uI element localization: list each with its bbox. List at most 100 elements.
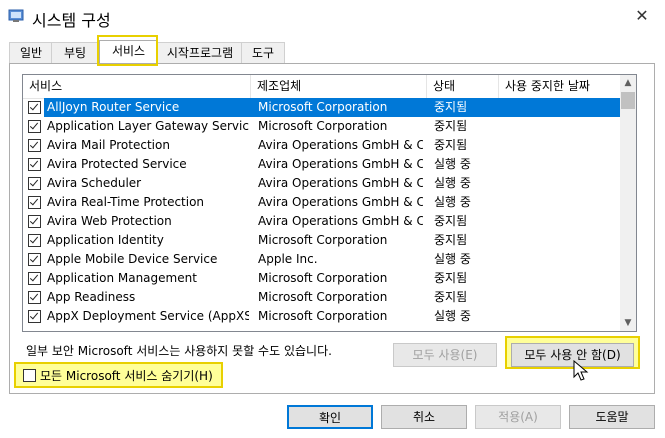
system-config-icon <box>8 9 24 22</box>
service-name: Avira Protected Service <box>44 155 249 174</box>
service-manufacturer: Microsoft Corporation <box>258 309 388 323</box>
service-status: 실행 중 <box>434 252 471 266</box>
list-header: 서비스 제조업체 상태 사용 중지한 날짜 <box>23 75 620 99</box>
service-name-text: Avira Protected Service <box>47 157 187 171</box>
service-row[interactable]: Avira Real-Time Protection Avira Operatio… <box>23 193 620 212</box>
service-row[interactable]: App Readiness Microsoft Corporation 중지됨 <box>23 288 620 307</box>
service-checkbox[interactable] <box>28 310 41 323</box>
service-name-text: Avira Scheduler <box>47 176 142 190</box>
service-row[interactable]: Apple Mobile Device Service Apple Inc. 실행 … <box>23 250 620 269</box>
service-checkbox[interactable] <box>28 196 41 209</box>
service-name-text: AllJoyn Router Service <box>44 98 183 117</box>
service-row[interactable]: Application Identity Microsoft Corporatio… <box>23 231 620 250</box>
service-checkbox[interactable] <box>28 177 41 190</box>
title-bar: 시스템 구성 ✕ <box>0 0 665 34</box>
service-checkbox[interactable] <box>28 215 41 228</box>
service-checkbox[interactable] <box>28 158 41 171</box>
service-name-text: Apple Mobile Device Service <box>47 252 218 266</box>
service-status: 실행 중 <box>434 195 471 209</box>
service-checkbox[interactable] <box>28 272 41 285</box>
column-service[interactable]: 서비스 <box>23 75 251 98</box>
service-name-text: Application Identity <box>47 233 164 247</box>
service-manufacturer: Microsoft Corporation <box>258 119 388 133</box>
service-status: 중지됨 <box>434 119 468 133</box>
scroll-up-icon[interactable]: ▲ <box>620 75 636 91</box>
service-checkbox[interactable] <box>28 253 41 266</box>
service-name-text: Application Management <box>47 271 197 285</box>
service-name: App Readiness <box>44 288 249 307</box>
service-manufacturer: Microsoft Corporation <box>258 271 388 285</box>
service-manufacturer: Apple Inc. <box>258 252 318 266</box>
scroll-thumb[interactable] <box>621 92 635 109</box>
service-status: 실행 중 <box>434 176 471 190</box>
column-manufacturer[interactable]: 제조업체 <box>251 75 427 98</box>
service-status: 중지됨 <box>434 100 468 114</box>
scroll-down-icon[interactable]: ▼ <box>620 315 636 331</box>
column-disabled-date[interactable]: 사용 중지한 날짜 <box>499 75 620 98</box>
service-checkbox[interactable] <box>28 120 41 133</box>
service-manufacturer: Avira Operations GmbH & C... <box>258 195 423 209</box>
service-manufacturer: Microsoft Corporation <box>258 290 388 304</box>
service-name-text: Avira Web Protection <box>47 214 172 228</box>
service-status: 중지됨 <box>434 271 468 285</box>
service-manufacturer: Avira Operations GmbH & C... <box>258 214 423 228</box>
service-name: AllJoyn Router Service <box>44 98 249 117</box>
service-row[interactable]: AppX Deployment Service (AppXSV... Micros… <box>23 307 620 326</box>
service-name: Apple Mobile Device Service <box>44 250 249 269</box>
service-status: 실행 중 <box>434 309 471 323</box>
tab-general[interactable]: 일반 <box>9 42 53 63</box>
service-manufacturer: Microsoft Corporation <box>258 233 388 247</box>
service-name: Application Management <box>44 269 249 288</box>
service-checkbox[interactable] <box>28 139 41 152</box>
enable-all-button[interactable]: 모두 사용(E) <box>393 343 497 367</box>
help-button[interactable]: 도움말 <box>569 405 655 429</box>
service-checkbox[interactable] <box>28 234 41 247</box>
column-status[interactable]: 상태 <box>427 75 499 98</box>
close-icon: ✕ <box>635 5 649 25</box>
hide-ms-services-label[interactable]: 모든 Microsoft 서비스 숨기기(H) <box>40 367 213 384</box>
vertical-scrollbar[interactable]: ▲ ▼ <box>620 75 636 331</box>
service-manufacturer: Avira Operations GmbH & C... <box>258 138 423 152</box>
service-manufacturer: Avira Operations GmbH & C... <box>258 157 423 171</box>
service-manufacturer: Avira Operations GmbH & C... <box>258 176 423 190</box>
service-name-text: App Readiness <box>47 290 136 304</box>
service-name: Avira Scheduler <box>44 174 249 193</box>
service-checkbox[interactable] <box>28 291 41 304</box>
service-status: 실행 중 <box>434 157 471 171</box>
service-name-text: Avira Mail Protection <box>47 138 170 152</box>
service-row[interactable]: AllJoyn Router Service Microsoft Corporat… <box>23 98 620 117</box>
hide-ms-services-option[interactable]: 모든 Microsoft 서비스 숨기기(H) <box>14 362 223 388</box>
service-row[interactable]: Avira Web Protection Avira Operations Gmb… <box>23 212 620 231</box>
service-status: 중지됨 <box>434 214 468 228</box>
hide-ms-services-checkbox[interactable] <box>23 369 36 382</box>
apply-button[interactable]: 적용(A) <box>475 405 561 429</box>
service-name: Application Layer Gateway Service <box>44 117 249 136</box>
security-note: 일부 보안 Microsoft 서비스는 사용하지 못할 수도 있습니다. <box>26 344 332 358</box>
service-name: Avira Web Protection <box>44 212 249 231</box>
tab-startup[interactable]: 시작프로그램 <box>157 42 243 63</box>
service-name: Avira Mail Protection <box>44 136 249 155</box>
service-row[interactable]: Avira Scheduler Avira Operations GmbH & C… <box>23 174 620 193</box>
service-row[interactable]: Application Management Microsoft Corporat… <box>23 269 620 288</box>
ok-button[interactable]: 확인 <box>287 405 373 429</box>
service-status: 중지됨 <box>434 138 468 152</box>
tab-tools[interactable]: 도구 <box>241 42 285 63</box>
service-checkbox[interactable] <box>28 101 41 114</box>
tab-services[interactable]: 서비스 <box>99 40 158 63</box>
close-button[interactable]: ✕ <box>619 0 665 30</box>
service-name: Application Identity <box>44 231 249 250</box>
service-manufacturer: Microsoft Corporation <box>258 100 388 114</box>
service-name-text: AppX Deployment Service (AppXSV... <box>47 309 249 323</box>
service-name-text: Avira Real-Time Protection <box>47 195 205 209</box>
service-row[interactable]: Avira Mail Protection Avira Operations Gm… <box>23 136 620 155</box>
service-status: 중지됨 <box>434 290 468 304</box>
service-name-text: Application Layer Gateway Service <box>47 119 249 133</box>
cancel-button[interactable]: 취소 <box>381 405 467 429</box>
tab-boot[interactable]: 부팅 <box>51 42 99 63</box>
service-row[interactable]: Avira Protected Service Avira Operations … <box>23 155 620 174</box>
service-row[interactable]: Application Layer Gateway Service Microso… <box>23 117 620 136</box>
services-list[interactable]: 서비스 제조업체 상태 사용 중지한 날짜 AllJoyn Router Ser… <box>22 74 637 332</box>
window-title: 시스템 구성 <box>32 11 111 30</box>
service-name: AppX Deployment Service (AppXSV... <box>44 307 249 326</box>
service-status: 중지됨 <box>434 233 468 247</box>
